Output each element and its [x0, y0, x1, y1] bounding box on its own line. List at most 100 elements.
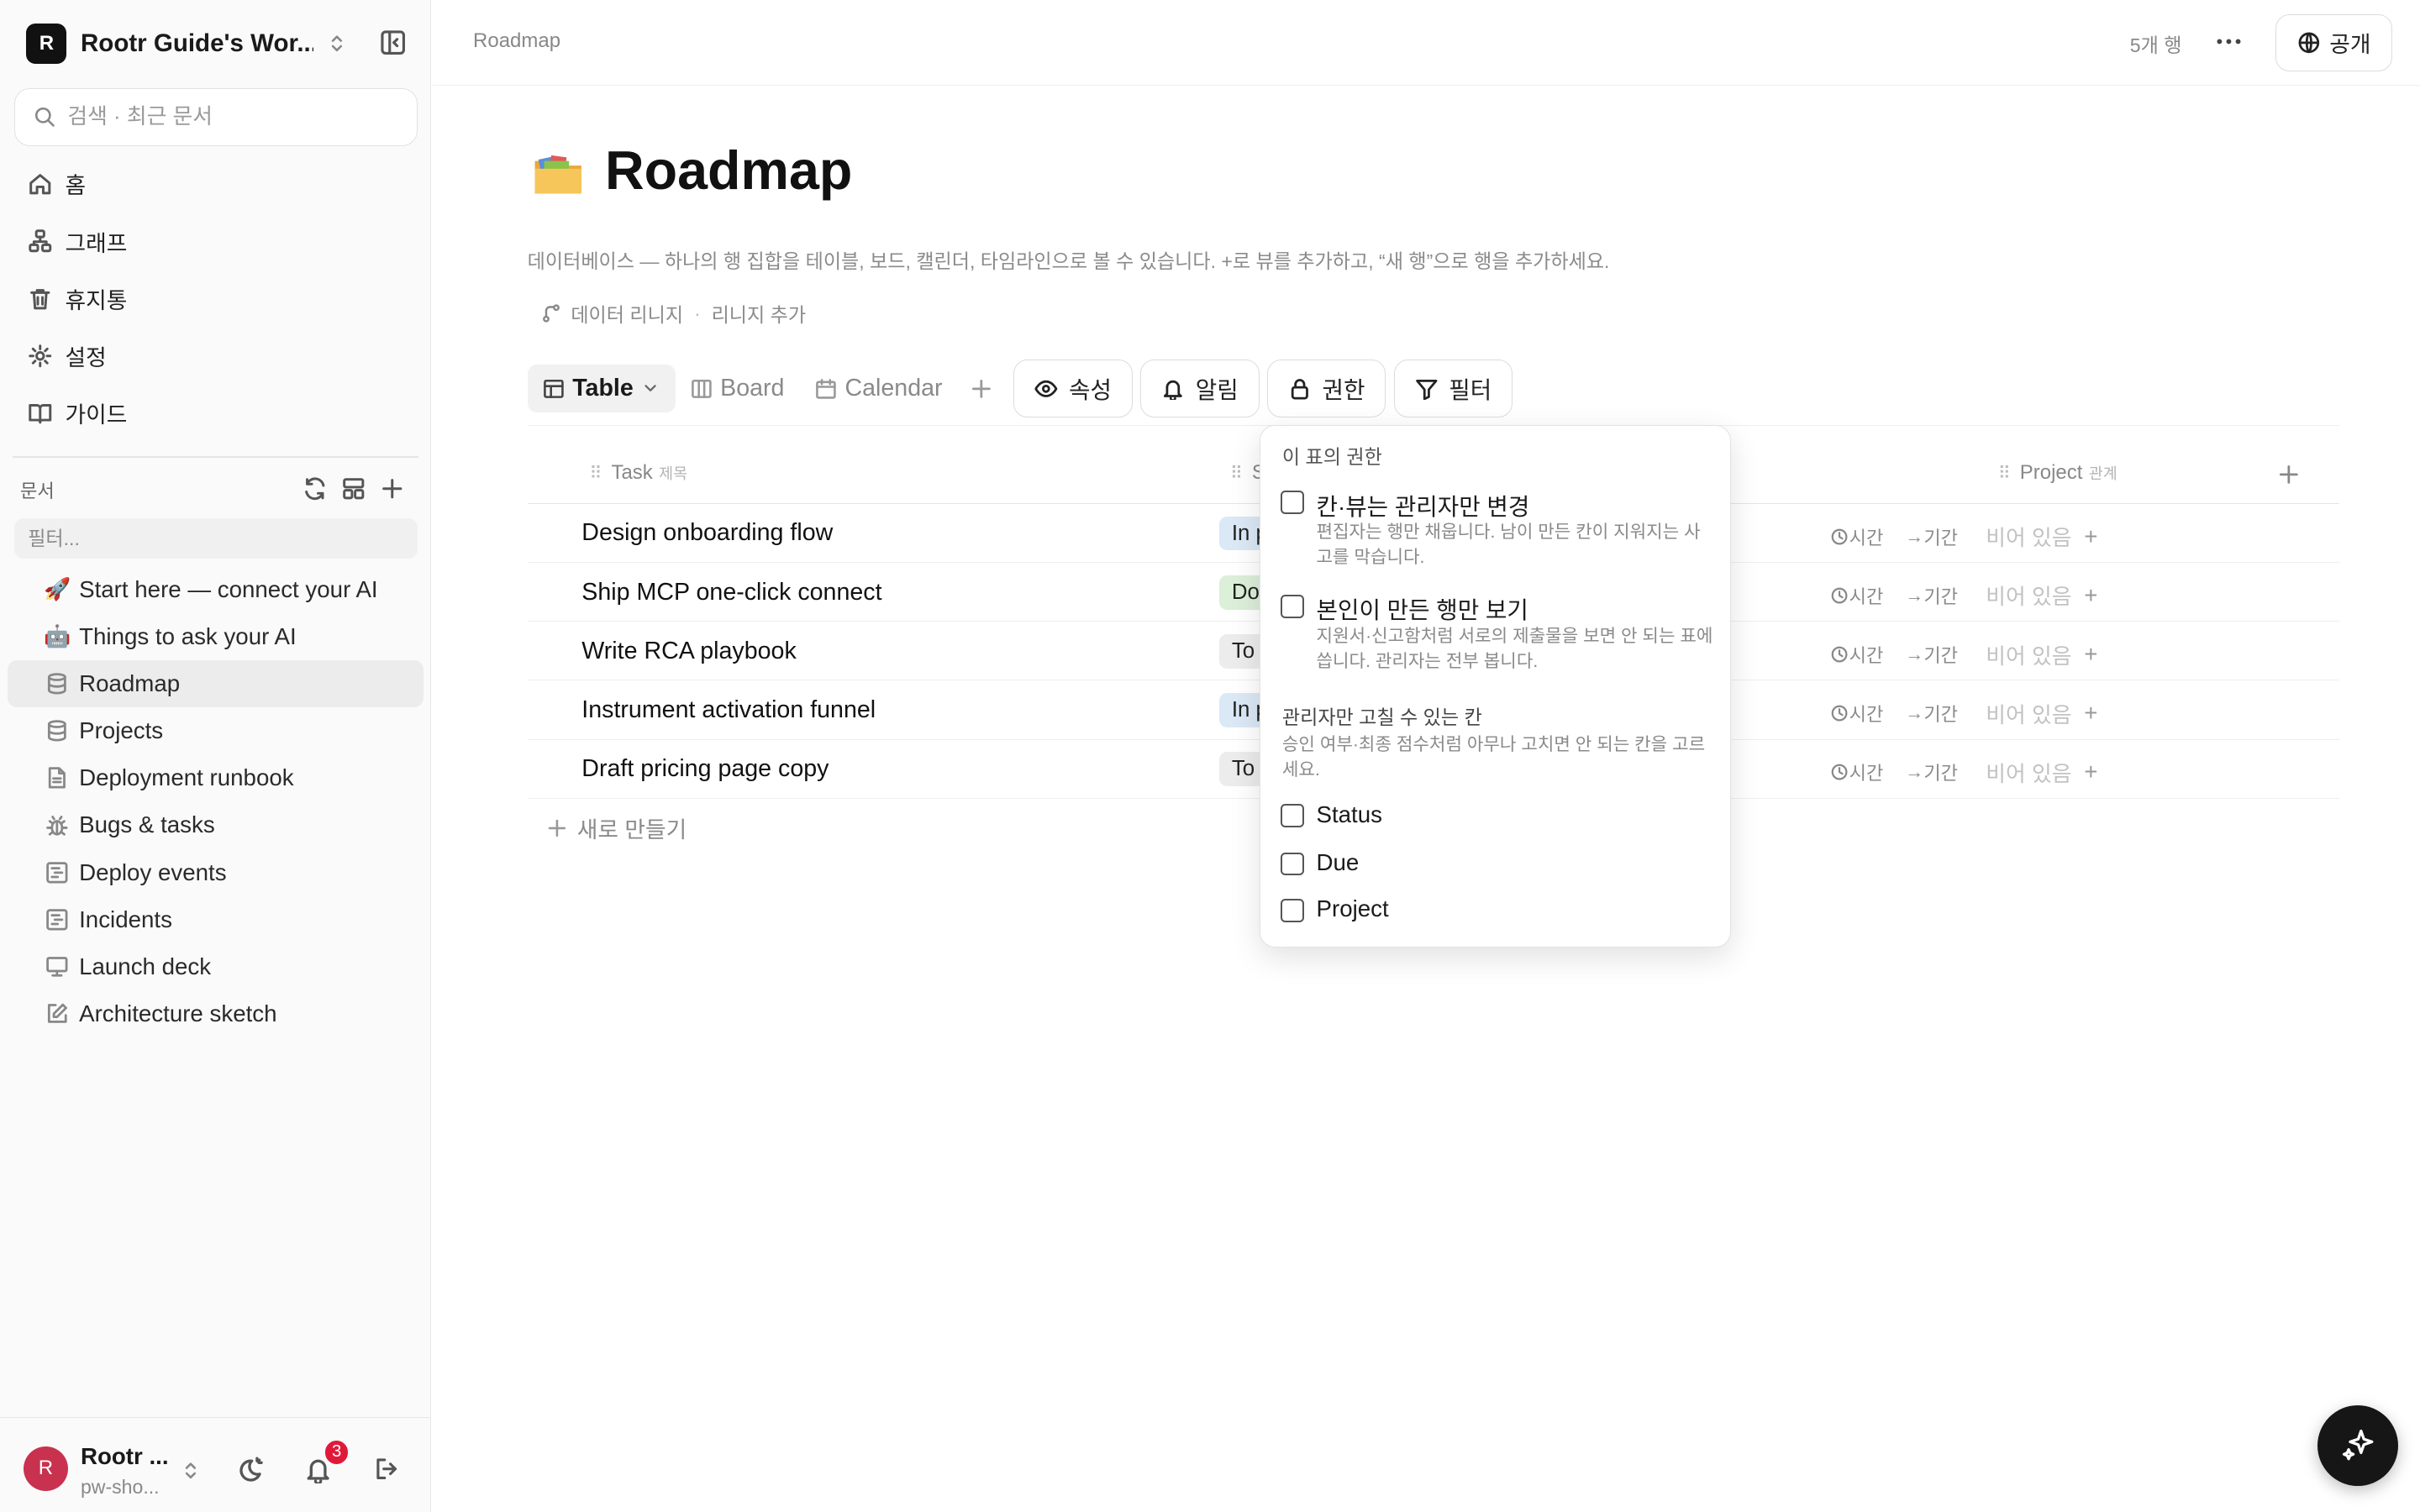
sidebar: R Rootr Guide's Wor... 홈 그래프 휴지통 — [0, 0, 432, 1512]
admin-column-due[interactable]: Due — [1317, 849, 1360, 876]
rocket-icon: 🚀 — [44, 577, 71, 601]
bug-icon — [46, 815, 68, 836]
share-button[interactable]: 공개 — [2275, 13, 2392, 71]
admin-columns-description: 승인 여부·최종 점수처럼 아무나 고치면 안 되는 칸을 고르세요. — [1281, 735, 1706, 780]
chevron-updown-icon[interactable] — [180, 1458, 202, 1483]
add-relation-icon[interactable]: + — [2084, 641, 2097, 668]
doc-item-launch-deck[interactable]: Launch deck — [8, 943, 424, 990]
option-title[interactable]: 본인이 만든 행만 보기 — [1317, 591, 1528, 625]
chevron-down-icon — [644, 385, 656, 392]
doc-item-things-to-ask[interactable]: 🤖 Things to ask your AI — [8, 613, 424, 660]
task-cell[interactable]: Ship MCP one-click connect — [581, 579, 881, 606]
column-header-task[interactable]: ⠿ Task 제목 — [590, 461, 688, 485]
column-label: Task — [611, 461, 653, 485]
checkbox-column-due[interactable] — [1281, 852, 1304, 876]
alerts-button[interactable]: 알림 — [1140, 360, 1260, 417]
nav-item-graph[interactable]: 그래프 — [13, 213, 419, 270]
time-field[interactable]: 시간 — [1849, 700, 1884, 727]
time-field[interactable]: 시간 — [1849, 582, 1884, 609]
row-count: 5개 행 — [2129, 34, 2182, 57]
filter-button[interactable]: 필터 — [1393, 360, 1513, 417]
breadcrumb[interactable]: Roadmap — [473, 29, 560, 53]
template-icon[interactable] — [341, 476, 366, 501]
doc-item-projects[interactable]: Projects — [8, 707, 424, 754]
doc-label: Roadmap — [79, 670, 181, 697]
search-input[interactable] — [67, 104, 378, 129]
task-cell[interactable]: Instrument activation funnel — [581, 696, 876, 724]
nav-label: 가이드 — [65, 402, 128, 428]
workspace-logo: R — [26, 23, 67, 64]
project-cell[interactable]: 비어 있음 — [1986, 580, 2071, 611]
doc-item-architecture-sketch[interactable]: Architecture sketch — [8, 990, 424, 1037]
checkbox-own-rows-only[interactable] — [1281, 595, 1304, 618]
doc-item-roadmap[interactable]: Roadmap — [8, 660, 424, 708]
add-relation-icon[interactable]: + — [2084, 582, 2097, 609]
time-field[interactable]: 시간 — [1849, 641, 1884, 668]
nav-item-settings[interactable]: 설정 — [13, 328, 419, 385]
admin-column-status[interactable]: Status — [1317, 801, 1383, 828]
search-box[interactable] — [13, 88, 418, 146]
sidebar-collapse-icon[interactable] — [380, 29, 406, 55]
time-field[interactable]: 시간 — [1849, 759, 1884, 785]
checkbox-column-project[interactable] — [1281, 898, 1304, 922]
document-icon — [49, 767, 66, 789]
more-icon[interactable] — [2213, 26, 2244, 57]
nav-item-home[interactable]: 홈 — [13, 155, 419, 213]
period-field[interactable]: 기간 — [1923, 641, 1958, 668]
add-column-icon[interactable] — [2277, 463, 2301, 486]
properties-button[interactable]: 속성 — [1013, 360, 1133, 417]
task-cell[interactable]: Write RCA playbook — [581, 638, 796, 665]
add-relation-icon[interactable]: + — [2084, 523, 2097, 550]
lineage-add-link[interactable]: 리니지 추가 — [712, 299, 807, 328]
avatar[interactable]: R — [23, 1446, 69, 1492]
checkbox-admin-only-schema[interactable] — [1281, 491, 1304, 515]
period-field[interactable]: 기간 — [1923, 523, 1958, 550]
tab-label: Calendar — [844, 374, 943, 402]
doc-item-deployment-runbook[interactable]: Deployment runbook — [8, 754, 424, 801]
logout-icon[interactable] — [374, 1456, 400, 1482]
nav-label: 휴지통 — [65, 287, 128, 313]
doc-item-incidents[interactable]: Incidents — [8, 896, 424, 943]
time-field[interactable]: 시간 — [1849, 523, 1884, 550]
column-header-project[interactable]: ⠿ Project 관계 — [1998, 461, 2118, 485]
permissions-button[interactable]: 권한 — [1266, 360, 1386, 417]
page-title[interactable]: Roadmap — [605, 139, 852, 202]
add-relation-icon[interactable]: + — [2084, 759, 2097, 785]
nav-item-guide[interactable]: 가이드 — [13, 385, 419, 442]
main-content: Roadmap 5개 행 공개 Roadmap 데이터베이스 — 하나의 행 집… — [433, 0, 2420, 1512]
period-field[interactable]: 기간 — [1923, 759, 1958, 785]
tab-calendar[interactable]: Calendar — [800, 365, 958, 412]
option-title[interactable]: 칸·뷰는 관리자만 변경 — [1317, 488, 1530, 522]
doc-item-deploy-events[interactable]: Deploy events — [8, 849, 424, 896]
add-view-button[interactable] — [964, 377, 998, 401]
doc-item-start-here[interactable]: 🚀 Start here — connect your AI — [8, 566, 424, 613]
tab-table[interactable]: Table — [527, 364, 676, 413]
project-cell[interactable]: 비어 있음 — [1986, 521, 2071, 552]
project-cell[interactable]: 비어 있음 — [1986, 757, 2071, 788]
tab-board[interactable]: Board — [676, 365, 800, 412]
project-cell[interactable]: 비어 있음 — [1986, 639, 2071, 670]
checkbox-column-status[interactable] — [1281, 804, 1304, 827]
table-icon — [544, 379, 564, 398]
task-cell[interactable]: Design onboarding flow — [581, 519, 833, 547]
refresh-icon[interactable] — [302, 476, 328, 501]
nav-item-trash[interactable]: 휴지통 — [13, 270, 419, 327]
docs-filter-input[interactable]: 필터... — [13, 517, 418, 559]
doc-item-bugs-tasks[interactable]: Bugs & tasks — [8, 801, 424, 848]
project-cell[interactable]: 비어 있음 — [1986, 698, 2071, 729]
ai-assistant-button[interactable] — [2317, 1404, 2399, 1486]
chevron-updown-icon[interactable] — [326, 31, 348, 56]
theme-toggle-icon[interactable] — [236, 1456, 264, 1483]
add-relation-icon[interactable]: + — [2084, 700, 2097, 727]
period-field[interactable]: 기간 — [1923, 700, 1958, 727]
admin-column-project[interactable]: Project — [1317, 895, 1389, 922]
period-field[interactable]: 기간 — [1923, 582, 1958, 609]
plus-icon[interactable] — [380, 476, 405, 501]
task-cell[interactable]: Draft pricing page copy — [581, 755, 829, 783]
clock-icon — [1832, 528, 1848, 545]
workspace-switcher[interactable]: R Rootr Guide's Wor... — [26, 22, 414, 66]
row-meta: 시간 → 기간 비어 있음 + — [1830, 580, 2097, 611]
doc-label: Deploy events — [79, 858, 227, 885]
folder-icon[interactable] — [530, 147, 586, 202]
trash-icon — [30, 288, 50, 309]
